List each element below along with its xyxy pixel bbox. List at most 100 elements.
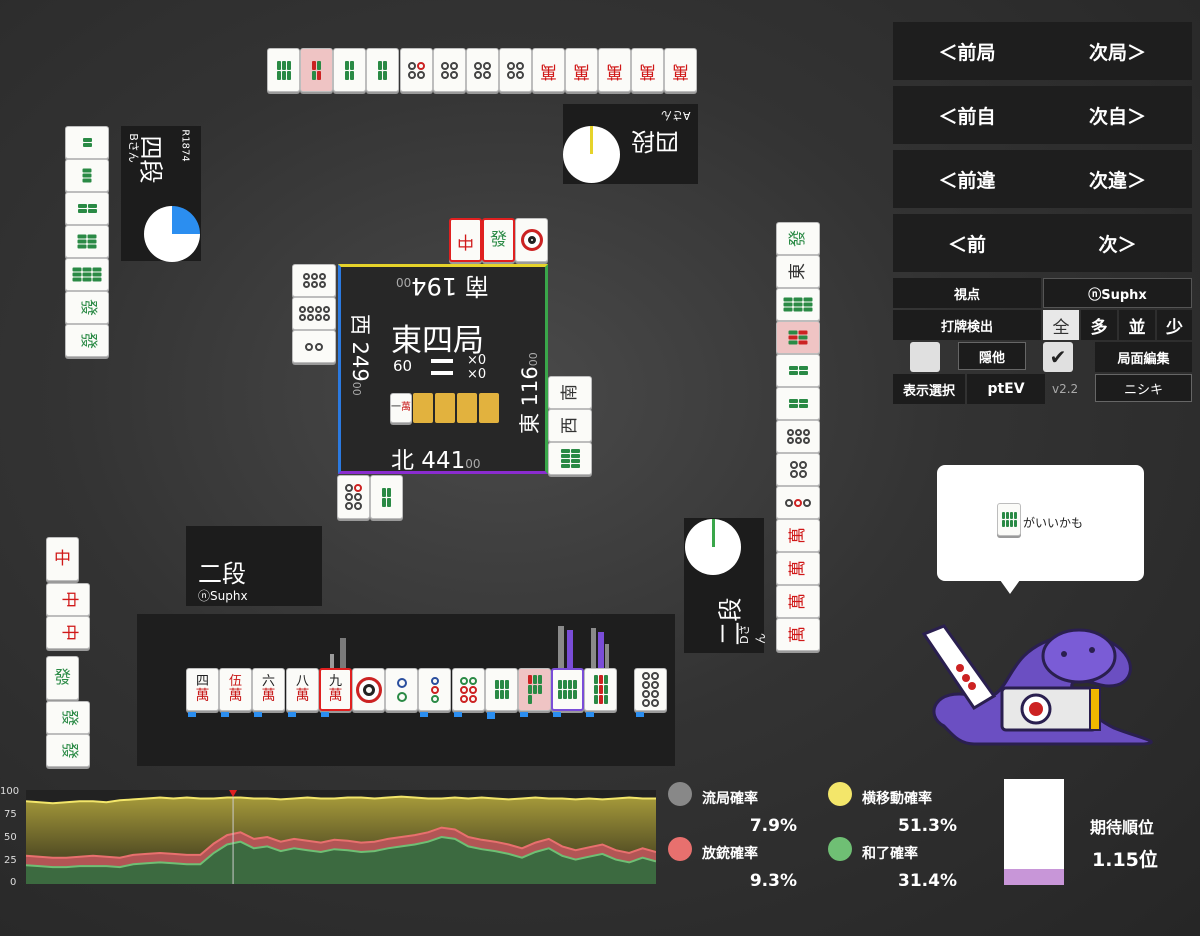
player-top-pie xyxy=(563,126,620,183)
hide-other-label: 隠他 xyxy=(958,342,1026,370)
hand-tile-drawn-8pin[interactable] xyxy=(634,668,667,711)
yoko-label: 横移動確率 xyxy=(862,791,932,807)
tile-red-dragon: 中 xyxy=(46,583,90,616)
tile-sou xyxy=(65,225,109,258)
detect-opt-all[interactable]: 全 xyxy=(1043,310,1079,340)
tile-east: 東 xyxy=(776,255,820,288)
hand-tile-8man[interactable]: 八萬 xyxy=(286,668,319,711)
tile-pin xyxy=(292,297,336,330)
center-board: 南 19400 東四局 60 ×0 ×0 一萬 北 44100 西 24900 … xyxy=(338,264,548,474)
tile-red-dragon: 中 xyxy=(46,616,90,649)
tile-man: 萬 xyxy=(776,552,820,585)
detect-opt-normal[interactable]: 並 xyxy=(1119,310,1155,340)
nishiki-button[interactable]: ニシキ xyxy=(1095,374,1192,402)
hora-label: 和了確率 xyxy=(862,846,918,862)
hand-tile-7sou[interactable] xyxy=(518,668,551,711)
prev-self-button[interactable]: ＜前自 xyxy=(893,86,1041,144)
hand-tile-6sou[interactable] xyxy=(485,668,518,711)
board-edit-checkbox[interactable]: ✔ xyxy=(1043,342,1073,372)
tile-marker xyxy=(420,712,428,717)
yoko-value: 51.3% xyxy=(898,816,957,836)
west-score: 西 24900 xyxy=(348,314,372,396)
stick-100 xyxy=(431,371,453,375)
detect-label: 打牌検出 xyxy=(893,310,1041,340)
next-round-button[interactable]: 次局＞ xyxy=(1043,22,1192,80)
prev-button[interactable]: ＜前 xyxy=(893,214,1041,272)
tile-pin xyxy=(292,264,336,297)
tile-pin xyxy=(400,48,433,92)
tile-man: 萬 xyxy=(776,585,820,618)
player-right-name: Dさん xyxy=(738,624,767,644)
tile-south: 南 xyxy=(548,376,592,409)
display-select-label: 表示選択 xyxy=(893,374,965,404)
hand-tile-3pin[interactable] xyxy=(418,668,451,711)
y-tick-0: 0 xyxy=(10,877,17,888)
tile-man: 萬 xyxy=(631,48,664,92)
hand-tile-5man-red[interactable]: 伍萬 xyxy=(219,668,252,711)
player-left-pie xyxy=(144,206,200,262)
tile-man: 萬 xyxy=(776,618,820,651)
next-self-button[interactable]: 次自＞ xyxy=(1043,86,1192,144)
tile-pin xyxy=(776,453,820,486)
tile-pin xyxy=(499,48,532,92)
tile-sou xyxy=(333,48,366,92)
hand-tile-2pin[interactable] xyxy=(385,668,418,711)
tile-red-dragon: 中 xyxy=(46,537,79,581)
detect-opt-few[interactable]: 少 xyxy=(1157,310,1192,340)
player-bottom-rank: 二段 xyxy=(198,560,246,588)
tile-pin xyxy=(337,475,370,519)
player-right-pie xyxy=(685,519,741,575)
tile-pin xyxy=(292,330,336,363)
expected-rank-value: 1.15位 xyxy=(1092,849,1158,871)
expected-rank-fill xyxy=(1004,869,1064,885)
tile-sou xyxy=(300,48,333,92)
tile-sou xyxy=(776,354,820,387)
tile-sou xyxy=(548,442,592,475)
hand-tile-8sou[interactable] xyxy=(551,668,584,711)
tile-green-dragon: 發 xyxy=(65,324,109,357)
ryukyoku-label: 流局確率 xyxy=(702,791,758,807)
detect-opt-many[interactable]: 多 xyxy=(1081,310,1117,340)
hand-tile-6man[interactable]: 六萬 xyxy=(252,668,285,711)
nav-row-step: ＜前 次＞ xyxy=(893,214,1192,272)
nav-row-round: ＜前局 次局＞ xyxy=(893,22,1192,80)
dead-wall-tile xyxy=(435,393,455,423)
hoju-label: 放銃確率 xyxy=(702,846,758,862)
tile-man: 萬 xyxy=(565,48,598,92)
player-left-box: 四段 Bさん R1874 xyxy=(121,126,201,262)
y-tick-50: 50 xyxy=(4,832,17,843)
nav-row-diff: ＜前違 次違＞ xyxy=(893,150,1192,208)
version-label: v2.2 xyxy=(1052,382,1079,396)
tile-west: 西 xyxy=(548,409,592,442)
tile-sou xyxy=(65,126,109,159)
tile-sou xyxy=(366,48,399,92)
tile-pin xyxy=(515,218,548,262)
hand-tile-4man[interactable]: 四萬 xyxy=(186,668,219,711)
hand-tile-9sou[interactable] xyxy=(584,668,617,711)
player-bottom-name: ⓝSuphx xyxy=(198,589,248,603)
hand-tile-9man[interactable]: 九萬 xyxy=(319,668,352,711)
prev-round-button[interactable]: ＜前局 xyxy=(893,22,1041,80)
ptev-button[interactable]: ptEV xyxy=(967,374,1045,404)
tile-green-dragon: 發 xyxy=(776,222,820,255)
yoko-dot xyxy=(828,782,852,806)
hand-tile-6pin[interactable] xyxy=(452,668,485,711)
tile-man: 萬 xyxy=(532,48,565,92)
next-diff-button[interactable]: 次違＞ xyxy=(1043,150,1192,208)
tile-marker xyxy=(487,712,495,719)
tile-green-dragon: 發 xyxy=(46,701,90,734)
prev-diff-button[interactable]: ＜前違 xyxy=(893,150,1041,208)
bubble-tile-8sou xyxy=(997,503,1021,536)
tile-sou xyxy=(370,475,403,519)
next-button[interactable]: 次＞ xyxy=(1043,214,1192,272)
counter-2: ×0 xyxy=(467,367,487,382)
hand-tile-1pin[interactable] xyxy=(352,668,385,711)
tile-sou xyxy=(65,258,109,291)
chart-plot xyxy=(26,790,656,884)
viewpoint-select[interactable]: ⓝSuphx xyxy=(1043,278,1192,308)
expected-rank-bar xyxy=(1004,779,1064,885)
tile-marker xyxy=(586,712,594,717)
player-bottom-box: 二段 ⓝSuphx xyxy=(186,526,322,606)
hide-other-checkbox[interactable] xyxy=(910,342,940,372)
hoju-dot xyxy=(668,837,692,861)
